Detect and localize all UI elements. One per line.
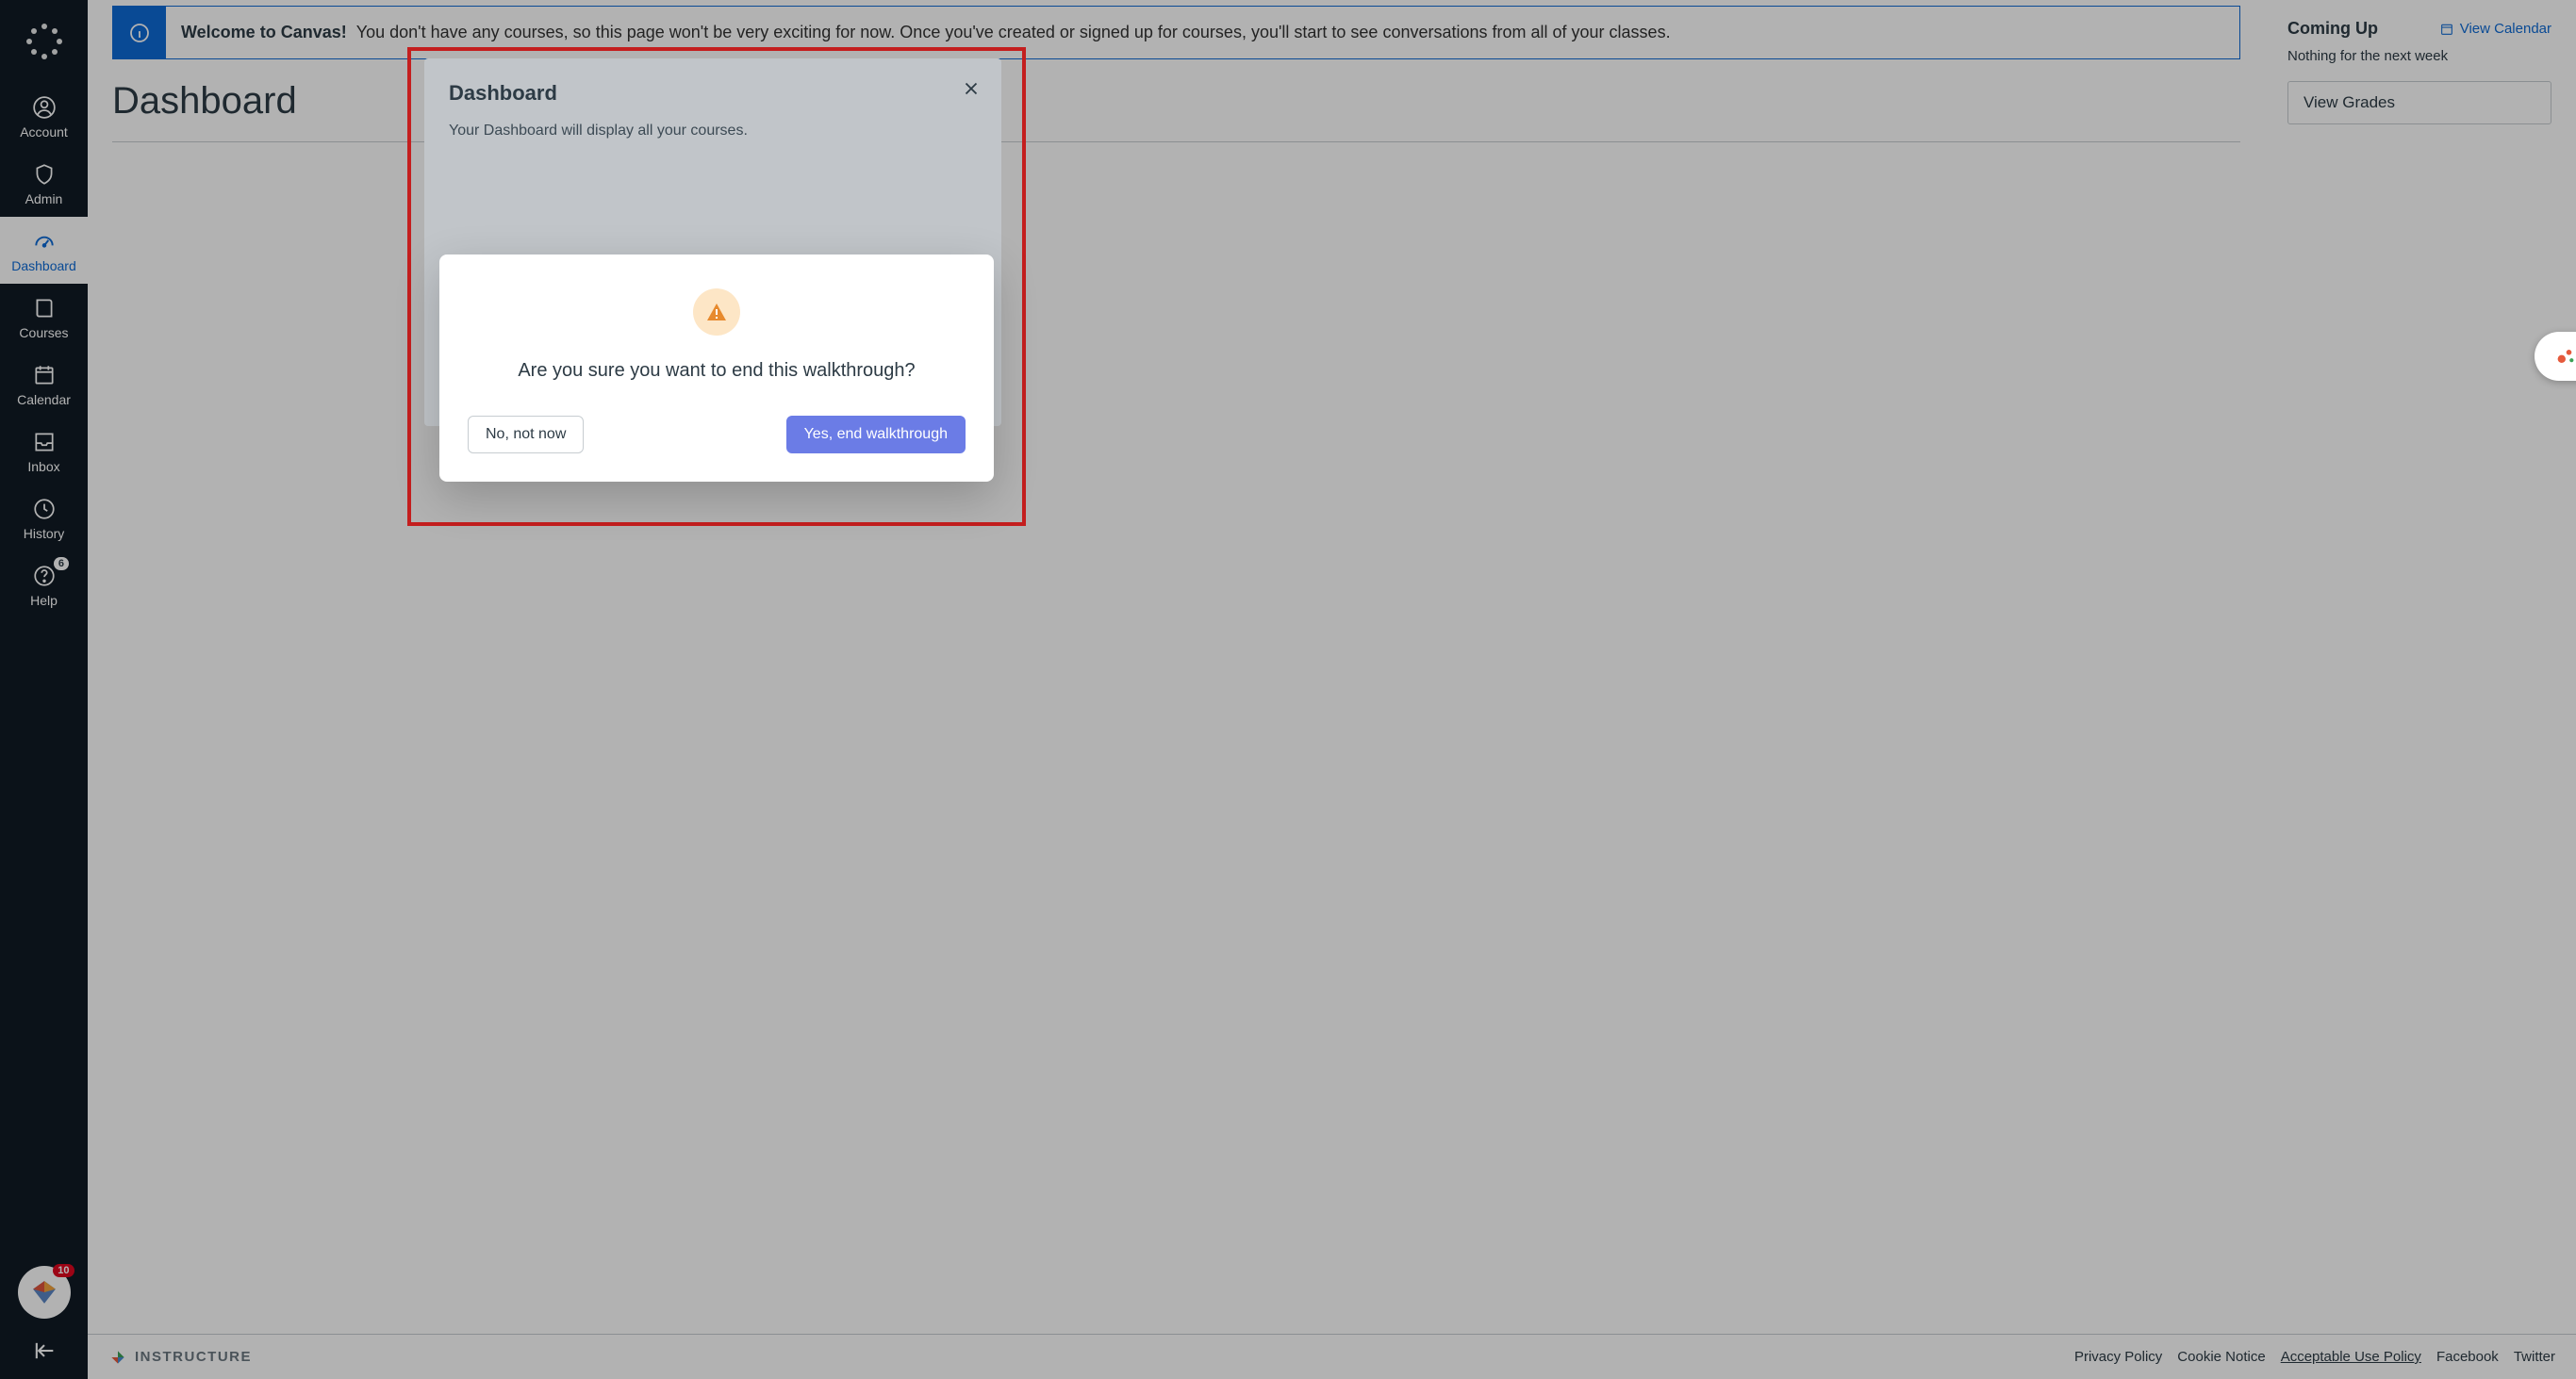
tour-description: Your Dashboard will display all your cou…: [449, 123, 977, 140]
end-walkthrough-dialog: Are you sure you want to end this walkth…: [439, 254, 994, 482]
warning-icon-circle: [693, 288, 740, 336]
pill-diamond-icon: [2552, 343, 2576, 369]
modal-backdrop: [0, 0, 2576, 1379]
tour-highlight-box: Dashboard Your Dashboard will display al…: [407, 47, 1026, 526]
tour-close-button[interactable]: [960, 77, 983, 100]
close-icon: [961, 78, 982, 99]
confirm-question: Are you sure you want to end this walkth…: [468, 360, 966, 382]
floating-help-pill[interactable]: [2535, 332, 2576, 381]
warning-icon: [705, 301, 728, 323]
yes-end-walkthrough-button[interactable]: Yes, end walkthrough: [786, 416, 966, 453]
no-not-now-button[interactable]: No, not now: [468, 416, 584, 453]
tour-title: Dashboard: [449, 81, 977, 106]
